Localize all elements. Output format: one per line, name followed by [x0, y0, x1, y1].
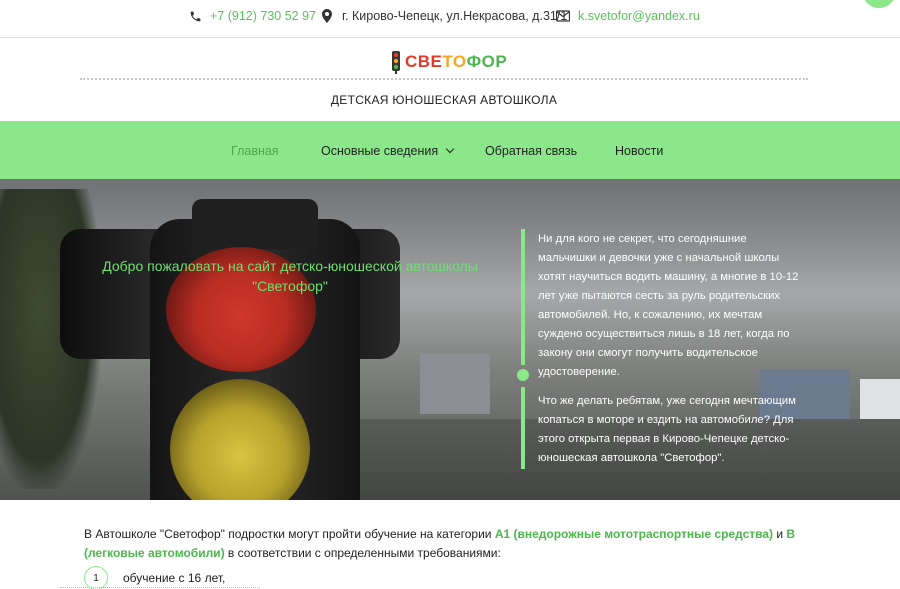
logo-part-3: ФОР [466, 52, 508, 71]
chevron-down-icon [445, 144, 455, 154]
site-logo[interactable]: СВЕТОФОР [387, 50, 507, 74]
category-a-link[interactable]: А1 (внедорожные мототраспортные средства… [495, 527, 773, 541]
hero-paragraph-1: Ни для кого не секрет, что сегодняшние м… [538, 233, 799, 378]
phone-contact[interactable]: +7 (912) 730 52 97 [188, 9, 316, 23]
hero-accent-line [521, 229, 525, 365]
main-navigation: Главная Основные сведения Обратная связь… [0, 121, 900, 179]
hero-building [420, 354, 490, 414]
logo-part-2: ТО [442, 52, 467, 71]
scroll-top-button[interactable] [862, 0, 896, 8]
requirement-list-item: 1 обучение с 16 лет, [84, 566, 225, 589]
nav-info[interactable]: Основные сведения [321, 144, 455, 158]
hero-welcome-text: Добро пожаловать на сайт детско-юношеско… [102, 258, 478, 294]
logo-part-1: СВЕ [405, 52, 443, 71]
hero-accent-line [521, 387, 525, 469]
map-pin-icon [320, 9, 334, 23]
hero-paragraph-2: Что же делать ребятам, уже сегодня мечта… [538, 395, 796, 464]
hero-accent-dot [517, 369, 529, 381]
nav-info-label: Основные сведения [321, 144, 439, 158]
list-item-text: обучение с 16 лет, [123, 571, 226, 585]
email-contact[interactable]: k.svetofor@yandex.ru [556, 9, 700, 23]
intro-text: В Автошколе "Светофор" подростки могут п… [84, 527, 495, 541]
nav-home[interactable]: Главная [231, 144, 279, 158]
address-contact: г. Кирово-Чепецк, ул.Некрасова, д.31/1 [320, 9, 567, 23]
phone-text: +7 (912) 730 52 97 [210, 9, 316, 23]
traffic-light-logo-icon [392, 51, 400, 74]
site-subtitle: ДЕТСКАЯ ЮНОШЕСКАЯ АВТОШКОЛА [330, 93, 558, 107]
contact-bar: +7 (912) 730 52 97 г. Кирово-Чепецк, ул.… [0, 0, 900, 38]
content-divider [60, 587, 260, 588]
traffic-light-top [192, 199, 318, 249]
header-divider [80, 78, 808, 80]
email-text: k.svetofor@yandex.ru [578, 9, 700, 23]
phone-icon [188, 9, 202, 23]
nav-news[interactable]: Новости [615, 144, 663, 158]
list-number-badge: 1 [84, 566, 108, 589]
nav-feedback[interactable]: Обратная связь [485, 144, 577, 158]
logo-text: СВЕТОФОР [405, 52, 507, 72]
mail-icon [556, 9, 570, 23]
intro-text: в соответствии с определенными требовани… [224, 546, 501, 560]
intro-text: и [773, 527, 787, 541]
intro-paragraph: В Автошколе "Светофор" подростки могут п… [84, 525, 804, 563]
hero-banner: Добро пожаловать на сайт детско-юношеско… [0, 179, 900, 500]
address-text: г. Кирово-Чепецк, ул.Некрасова, д.31/1 [342, 9, 568, 23]
